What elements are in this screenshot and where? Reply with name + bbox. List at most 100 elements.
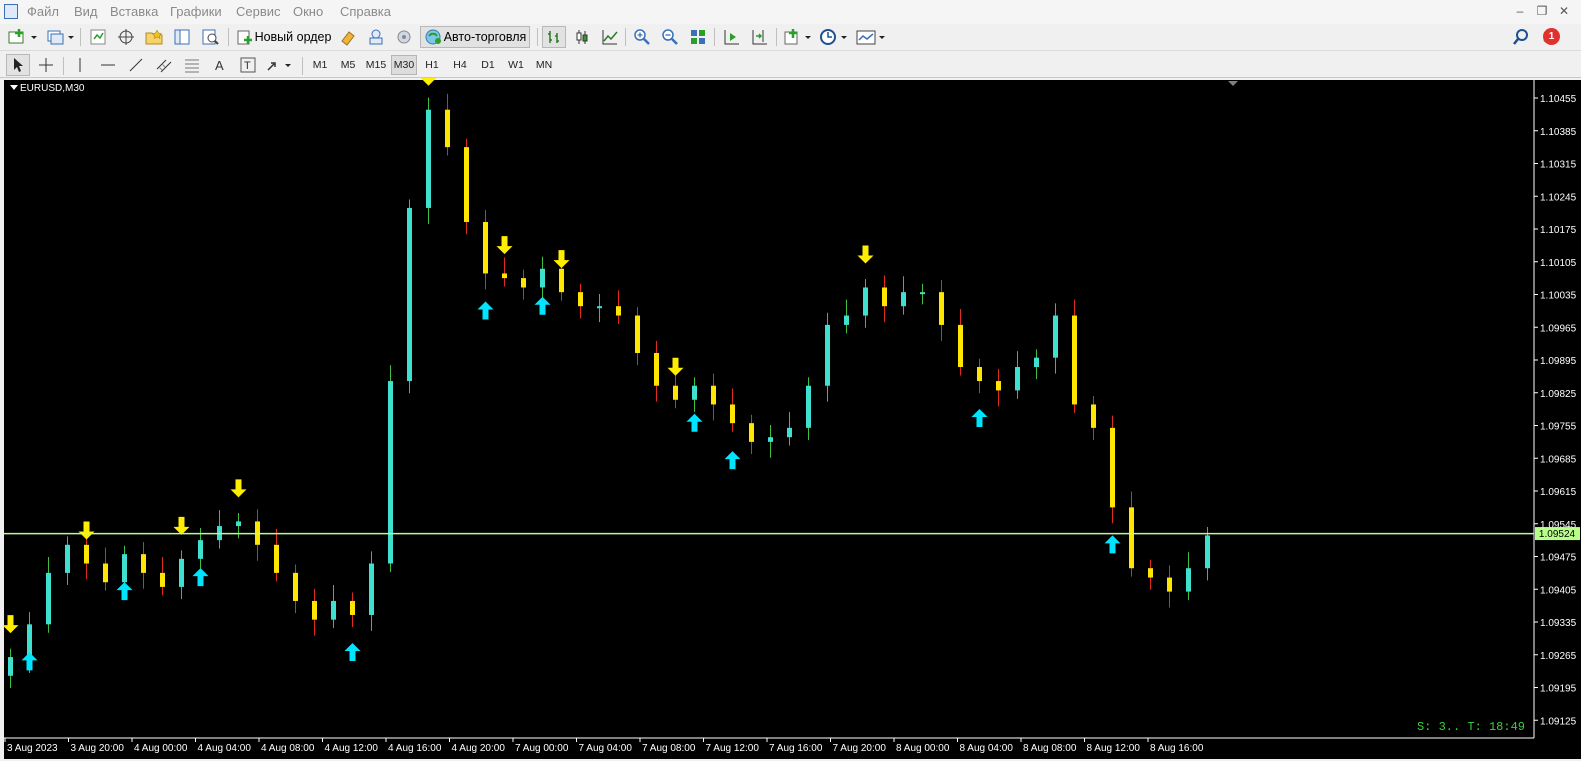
candle-body xyxy=(1072,315,1077,405)
strategy-tester-button[interactable] xyxy=(198,26,222,48)
metaeditor-button[interactable] xyxy=(336,26,360,48)
tile-windows-button[interactable] xyxy=(686,26,710,48)
autotrading-button[interactable]: Авто-торговля xyxy=(420,26,530,48)
time-tick-label: 7 Aug 16:00 xyxy=(769,743,823,754)
candlestick-icon xyxy=(576,30,588,44)
templates-button[interactable] xyxy=(854,26,888,48)
menu-insert[interactable]: Вставка xyxy=(110,4,158,19)
price-tick-label: 1.10105 xyxy=(1540,258,1577,269)
autoscroll-icon xyxy=(724,30,739,45)
search-button[interactable] xyxy=(1510,26,1532,48)
timeframe-h4[interactable]: H4 xyxy=(447,55,473,75)
line-chart-button[interactable] xyxy=(598,26,622,48)
templates-icon xyxy=(856,30,885,45)
timeframe-m5[interactable]: M5 xyxy=(335,55,361,75)
timeframe-m1[interactable]: M1 xyxy=(307,55,333,75)
time-tick-label: 8 Aug 08:00 xyxy=(1023,743,1077,754)
candle-body xyxy=(8,657,13,676)
autoscroll-button[interactable] xyxy=(720,26,744,48)
crosshair-button[interactable] xyxy=(34,54,58,76)
time-tick-label: 8 Aug 16:00 xyxy=(1150,743,1204,754)
zoom-out-button[interactable] xyxy=(658,26,682,48)
equidistant-channel-button[interactable] xyxy=(152,54,176,76)
vertical-line-button[interactable] xyxy=(68,54,92,76)
candle-body xyxy=(939,292,944,325)
fibonacci-button[interactable] xyxy=(180,54,204,76)
candle-body xyxy=(198,540,203,559)
candle-body xyxy=(179,558,184,587)
terminal-icon xyxy=(174,29,190,45)
restore-icon[interactable]: ❐ xyxy=(1534,3,1550,19)
time-tick-label: 7 Aug 12:00 xyxy=(706,743,760,754)
menu-window[interactable]: Окно xyxy=(293,4,323,19)
strategy-tester-icon xyxy=(202,29,219,45)
price-tick-label: 1.09265 xyxy=(1540,651,1577,662)
profiles-button[interactable] xyxy=(44,26,76,48)
market-icon xyxy=(397,30,411,44)
notifications-button[interactable]: 1 xyxy=(1538,26,1566,48)
time-tick-label: 7 Aug 00:00 xyxy=(515,743,569,754)
price-tick-label: 1.09125 xyxy=(1540,716,1577,727)
indicators-button[interactable] xyxy=(782,26,814,48)
menu-tools[interactable]: Сервис xyxy=(236,4,281,19)
candle-body xyxy=(1186,568,1191,592)
timeframe-m15[interactable]: M15 xyxy=(363,55,389,75)
timeframe-d1[interactable]: D1 xyxy=(475,55,501,75)
price-tick-label: 1.09755 xyxy=(1540,422,1577,433)
candle-body xyxy=(103,563,108,583)
chart-shift-button[interactable] xyxy=(748,26,772,48)
timeframe-w1[interactable]: W1 xyxy=(503,55,529,75)
terminal-button[interactable] xyxy=(170,26,194,48)
candle-body xyxy=(46,572,51,625)
market-button[interactable] xyxy=(392,26,416,48)
signals-button[interactable] xyxy=(364,26,388,48)
price-tick-label: 1.10035 xyxy=(1540,291,1577,302)
close-icon[interactable]: ✕ xyxy=(1556,3,1572,19)
candle-body xyxy=(825,324,830,386)
zoom-in-button[interactable] xyxy=(630,26,654,48)
bar-chart-button[interactable] xyxy=(542,26,566,48)
candle-body xyxy=(977,367,982,382)
candle-body xyxy=(1015,367,1020,391)
fibonacci-icon xyxy=(185,59,199,73)
time-tick-label: 4 Aug 04:00 xyxy=(198,743,252,754)
new-order-button[interactable]: Новый ордер xyxy=(233,26,333,48)
price-tick-label: 1.10315 xyxy=(1540,160,1577,171)
horizontal-line-button[interactable] xyxy=(96,54,120,76)
timeframe-mn[interactable]: MN xyxy=(531,55,557,75)
periods-button[interactable] xyxy=(818,26,850,48)
menu-charts[interactable]: Графики xyxy=(170,4,222,19)
new-chart-icon xyxy=(8,29,37,44)
chart-window[interactable]: 1.10455 1.10385 1.10315 1.10245 1.10175 1.101… xyxy=(0,78,1581,761)
menu-view[interactable]: Вид xyxy=(74,4,98,19)
cursor-button[interactable] xyxy=(6,54,30,76)
candle-body xyxy=(692,385,697,400)
navigator-button[interactable] xyxy=(142,26,166,48)
candle-body xyxy=(882,287,887,307)
price-chart[interactable]: 1.10455 1.10385 1.10315 1.10245 1.10175 1.101… xyxy=(0,78,1581,761)
arrows-button[interactable] xyxy=(264,54,296,76)
text-button[interactable]: A xyxy=(208,54,232,76)
price-tick-label: 1.10385 xyxy=(1540,127,1577,138)
trendline-button[interactable] xyxy=(124,54,148,76)
text-icon: A xyxy=(215,58,224,73)
text-label-icon: T xyxy=(240,57,256,73)
time-tick-label: 4 Aug 16:00 xyxy=(388,743,442,754)
market-watch-button[interactable] xyxy=(86,26,110,48)
market-watch-icon xyxy=(90,29,106,45)
menu-help[interactable]: Справка xyxy=(340,4,391,19)
zoom-in-icon xyxy=(634,29,650,45)
arrows-icon xyxy=(267,62,291,71)
timeframe-h1[interactable]: H1 xyxy=(419,55,445,75)
menu-file[interactable]: Файл xyxy=(27,4,59,19)
new-chart-button[interactable] xyxy=(6,26,40,48)
data-window-button[interactable] xyxy=(114,26,138,48)
text-label-button[interactable]: T xyxy=(236,54,260,76)
candle-body xyxy=(1110,427,1115,508)
minimize-icon[interactable]: – xyxy=(1512,3,1528,19)
chart-plot-area[interactable] xyxy=(4,80,1534,738)
candle-body xyxy=(635,315,640,353)
autotrading-label: Авто-торговля xyxy=(443,30,527,44)
timeframe-m30[interactable]: M30 xyxy=(391,55,417,75)
candlestick-chart-button[interactable] xyxy=(570,26,594,48)
